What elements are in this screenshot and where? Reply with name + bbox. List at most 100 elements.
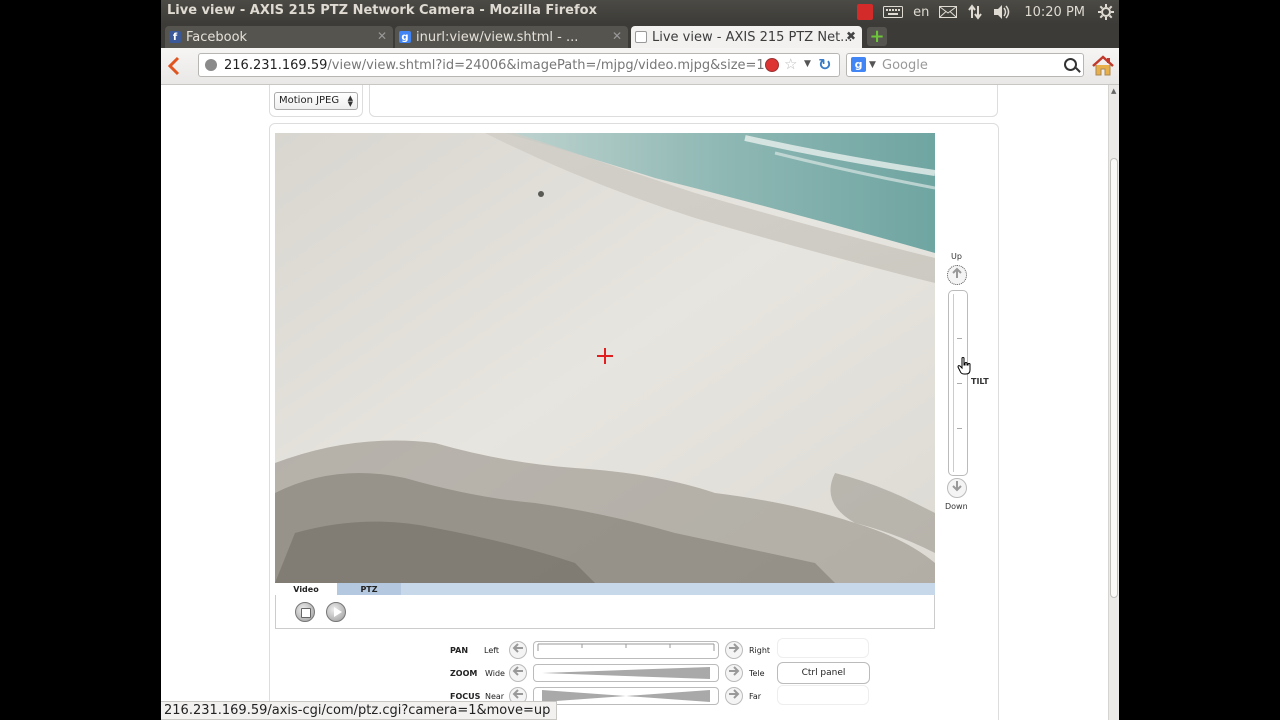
keyboard-icon[interactable] [878, 0, 908, 24]
back-button[interactable] [167, 56, 187, 76]
zoom-wide-button[interactable] [509, 664, 527, 682]
search-engine-icon[interactable]: g [851, 57, 866, 72]
search-input[interactable]: Google [882, 58, 928, 73]
toolbar-box [369, 85, 998, 117]
pan-left-button[interactable] [509, 641, 527, 659]
arrow-right-icon [729, 689, 740, 699]
bookmark-star-icon[interactable]: ☆ [784, 55, 797, 73]
scrollbar-thumb[interactable] [1110, 158, 1118, 598]
play-button[interactable] [326, 602, 346, 622]
close-tab-icon[interactable]: ✕ [612, 29, 622, 43]
pan-scale [537, 643, 715, 651]
focus-label: FOCUS [450, 692, 481, 701]
indicator-red-icon[interactable] [852, 0, 878, 24]
browser-window: Live view - AXIS 215 PTZ Network Camera … [161, 0, 1119, 720]
arrow-down-icon [952, 481, 962, 492]
zoom-slider[interactable] [533, 664, 719, 682]
tab-label: Facebook [186, 29, 248, 45]
addon-icon[interactable] [765, 58, 779, 72]
search-bar[interactable]: g ▼ Google [846, 53, 1084, 77]
url-host: 216.231.169.59 [224, 58, 328, 73]
focus-wedge [542, 690, 710, 702]
tab-strip: f Facebook ✕ g inurl:view/view.shtml - .… [161, 24, 1119, 48]
home-button[interactable] [1091, 54, 1115, 78]
tab-label: inurl:view/view.shtml - ... [416, 29, 579, 45]
keyboard-layout-indicator[interactable]: en [908, 0, 934, 24]
ptz-crosshair [597, 348, 613, 364]
stream-format-select[interactable]: Motion JPEG ▲ ▼ [274, 92, 358, 110]
tab-video[interactable]: Video [275, 583, 337, 595]
home-icon [1092, 55, 1114, 76]
system-tray: en 10:20 PM [852, 0, 1119, 24]
camera-video-feed[interactable] [275, 133, 935, 583]
zoom-wedge [542, 667, 710, 679]
focus-near-label: Near [485, 692, 505, 701]
facebook-icon: f [169, 31, 181, 43]
pan-right-button[interactable] [725, 641, 743, 659]
tilt-up-label: Up [951, 252, 962, 261]
volume-icon[interactable] [988, 0, 1016, 24]
arrow-left-icon [512, 643, 523, 653]
page-content: Motion JPEG ▲ ▼ Video PTZ Up TILT Down P… [161, 85, 1108, 720]
url-path: /view/view.shtml?id=24006&imagePath=/mjp… [327, 58, 765, 73]
select-arrows-icon: ▲ ▼ [347, 94, 353, 108]
view-tabs: Video PTZ [275, 583, 935, 595]
tab-ptz[interactable]: PTZ [337, 583, 401, 595]
ghost-button [777, 685, 869, 705]
tab-facebook[interactable]: f Facebook ✕ [165, 26, 393, 48]
address-bar[interactable]: 216.231.169.59/view/view.shtml?id=24006&… [198, 53, 840, 77]
system-top-panel: Live view - AXIS 215 PTZ Network Camera … [161, 0, 1119, 24]
tilt-down-button[interactable] [947, 478, 967, 498]
zoom-label: ZOOM [450, 669, 478, 678]
tilt-up-button[interactable] [947, 265, 967, 285]
vertical-scrollbar[interactable]: ▲ [1108, 85, 1119, 720]
tilt-slider[interactable] [948, 290, 968, 476]
url-history-dropdown-icon[interactable]: ▼ [804, 59, 811, 69]
pan-left-label: Left [484, 646, 500, 655]
arrow-left-icon [512, 666, 523, 676]
zoom-wide-label: Wide [485, 669, 505, 678]
session-gear-icon[interactable] [1093, 0, 1119, 24]
focus-far-label: Far [749, 692, 762, 701]
stream-format-value: Motion JPEG [279, 95, 340, 106]
close-tab-icon[interactable]: ✖ [846, 29, 856, 43]
focus-slider[interactable] [533, 687, 719, 705]
google-icon: g [399, 31, 411, 43]
status-bar: 216.231.169.59/axis-cgi/com/ptz.cgi?came… [161, 701, 558, 720]
network-icon[interactable] [962, 0, 988, 24]
ghost-button [777, 638, 869, 658]
site-identity-icon[interactable] [205, 59, 217, 71]
search-icon[interactable] [1064, 58, 1077, 71]
arrow-left-icon [512, 689, 523, 699]
clock[interactable]: 10:20 PM [1016, 0, 1093, 24]
reload-icon[interactable]: ↻ [818, 55, 831, 74]
back-arrow-icon [167, 56, 180, 76]
page-icon [635, 31, 647, 43]
tab-google-search[interactable]: g inurl:view/view.shtml - ... ✕ [395, 26, 628, 48]
url-text[interactable]: 216.231.169.59/view/view.shtml?id=24006&… [224, 58, 765, 73]
close-tab-icon[interactable]: ✕ [377, 29, 387, 43]
pan-label: PAN [450, 646, 469, 655]
pan-right-label: Right [749, 646, 771, 655]
tilt-axis-label: TILT [971, 377, 989, 386]
window-title: Live view - AXIS 215 PTZ Network Camera … [167, 3, 597, 18]
tab-label: Live view - AXIS 215 PTZ Net... [652, 29, 853, 45]
navigation-toolbar: 216.231.169.59/view/view.shtml?id=24006&… [161, 48, 1119, 85]
tab-live-view[interactable]: Live view - AXIS 215 PTZ Net... ✖ [631, 26, 862, 48]
stop-button[interactable] [295, 602, 315, 622]
new-tab-button[interactable]: + [867, 27, 887, 46]
hand-cursor-icon [957, 357, 971, 375]
mail-icon[interactable] [934, 0, 962, 24]
arrow-right-icon [729, 643, 740, 653]
arrow-right-icon [729, 666, 740, 676]
zoom-tele-label: Tele [749, 669, 765, 678]
focus-far-button[interactable] [725, 687, 743, 705]
zoom-tele-button[interactable] [725, 664, 743, 682]
search-engine-dropdown-icon[interactable]: ▼ [869, 60, 876, 70]
arrow-up-icon [952, 267, 962, 278]
pan-slider[interactable] [533, 641, 719, 659]
tilt-down-label: Down [945, 502, 968, 511]
scroll-up-icon[interactable]: ▲ [1111, 87, 1116, 95]
ctrl-panel-button[interactable]: Ctrl panel [777, 662, 870, 684]
playback-controls [275, 595, 935, 629]
